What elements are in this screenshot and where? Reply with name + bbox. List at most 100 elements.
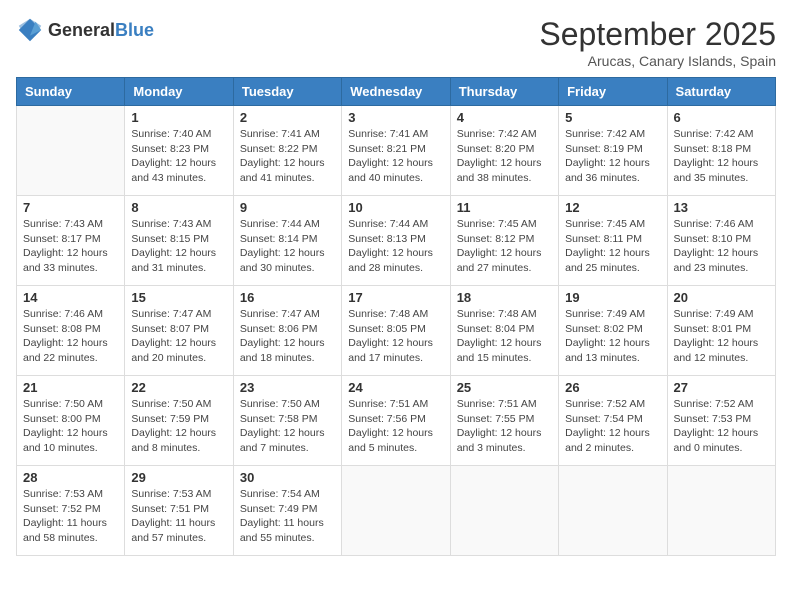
day-number: 3 — [348, 110, 443, 125]
day-number: 9 — [240, 200, 335, 215]
day-info: Sunrise: 7:53 AM Sunset: 7:52 PM Dayligh… — [23, 487, 118, 546]
calendar-cell — [450, 466, 558, 556]
week-row-3: 14 Sunrise: 7:46 AM Sunset: 8:08 PM Dayli… — [17, 286, 776, 376]
calendar-cell: 23 Sunrise: 7:50 AM Sunset: 7:58 PM Dayli… — [233, 376, 341, 466]
day-info: Sunrise: 7:47 AM Sunset: 8:07 PM Dayligh… — [131, 307, 226, 366]
calendar-cell: 25 Sunrise: 7:51 AM Sunset: 7:55 PM Dayli… — [450, 376, 558, 466]
calendar-cell: 5 Sunrise: 7:42 AM Sunset: 8:19 PM Daylig… — [559, 106, 667, 196]
day-number: 18 — [457, 290, 552, 305]
day-number: 16 — [240, 290, 335, 305]
weekday-header-sunday: Sunday — [17, 78, 125, 106]
day-info: Sunrise: 7:41 AM Sunset: 8:22 PM Dayligh… — [240, 127, 335, 186]
day-number: 7 — [23, 200, 118, 215]
day-number: 11 — [457, 200, 552, 215]
month-title: September 2025 — [539, 16, 776, 53]
calendar-cell: 6Sunrise: 7:42 AM Sunset: 8:18 PM Daylig… — [667, 106, 775, 196]
day-number: 14 — [23, 290, 118, 305]
logo-text-blue: Blue — [115, 21, 154, 39]
calendar-cell: 14 Sunrise: 7:46 AM Sunset: 8:08 PM Dayli… — [17, 286, 125, 376]
day-info: Sunrise: 7:42 AM Sunset: 8:20 PM Dayligh… — [457, 127, 552, 186]
day-number: 13 — [674, 200, 769, 215]
calendar-cell: 16 Sunrise: 7:47 AM Sunset: 8:06 PM Dayli… — [233, 286, 341, 376]
day-number: 5 — [565, 110, 660, 125]
day-number: 4 — [457, 110, 552, 125]
day-info: Sunrise: 7:51 AM Sunset: 7:55 PM Dayligh… — [457, 397, 552, 456]
day-info: Sunrise: 7:53 AM Sunset: 7:51 PM Dayligh… — [131, 487, 226, 546]
day-number: 20 — [674, 290, 769, 305]
calendar-cell: 11Sunrise: 7:45 AM Sunset: 8:12 PM Dayli… — [450, 196, 558, 286]
day-number: 29 — [131, 470, 226, 485]
day-info: Sunrise: 7:44 AM Sunset: 8:14 PM Dayligh… — [240, 217, 335, 276]
calendar-table: SundayMondayTuesdayWednesdayThursdayFrid… — [16, 77, 776, 556]
day-info: Sunrise: 7:49 AM Sunset: 8:02 PM Dayligh… — [565, 307, 660, 366]
calendar-cell: 2 Sunrise: 7:41 AM Sunset: 8:22 PM Daylig… — [233, 106, 341, 196]
day-number: 30 — [240, 470, 335, 485]
day-info: Sunrise: 7:47 AM Sunset: 8:06 PM Dayligh… — [240, 307, 335, 366]
day-info: Sunrise: 7:51 AM Sunset: 7:56 PM Dayligh… — [348, 397, 443, 456]
day-number: 19 — [565, 290, 660, 305]
weekday-header-friday: Friday — [559, 78, 667, 106]
day-number: 8 — [131, 200, 226, 215]
calendar-cell — [17, 106, 125, 196]
calendar-cell: 17 Sunrise: 7:48 AM Sunset: 8:05 PM Dayli… — [342, 286, 450, 376]
day-info: Sunrise: 7:54 AM Sunset: 7:49 PM Dayligh… — [240, 487, 335, 546]
day-number: 22 — [131, 380, 226, 395]
weekday-header-thursday: Thursday — [450, 78, 558, 106]
calendar-cell: 15 Sunrise: 7:47 AM Sunset: 8:07 PM Dayli… — [125, 286, 233, 376]
calendar-cell: 30 Sunrise: 7:54 AM Sunset: 7:49 PM Dayli… — [233, 466, 341, 556]
day-info: Sunrise: 7:43 AM Sunset: 8:17 PM Dayligh… — [23, 217, 118, 276]
day-info: Sunrise: 7:48 AM Sunset: 8:05 PM Dayligh… — [348, 307, 443, 366]
day-number: 2 — [240, 110, 335, 125]
weekday-header-monday: Monday — [125, 78, 233, 106]
day-number: 24 — [348, 380, 443, 395]
day-info: Sunrise: 7:40 AM Sunset: 8:23 PM Dayligh… — [131, 127, 226, 186]
logo-text-general: General — [48, 21, 115, 39]
day-info: Sunrise: 7:52 AM Sunset: 7:54 PM Dayligh… — [565, 397, 660, 456]
weekday-header-saturday: Saturday — [667, 78, 775, 106]
week-row-2: 7 Sunrise: 7:43 AM Sunset: 8:17 PM Daylig… — [17, 196, 776, 286]
week-row-5: 28Sunrise: 7:53 AM Sunset: 7:52 PM Dayli… — [17, 466, 776, 556]
calendar-cell: 22 Sunrise: 7:50 AM Sunset: 7:59 PM Dayli… — [125, 376, 233, 466]
day-number: 10 — [348, 200, 443, 215]
day-number: 25 — [457, 380, 552, 395]
calendar-cell — [559, 466, 667, 556]
day-info: Sunrise: 7:45 AM Sunset: 8:11 PM Dayligh… — [565, 217, 660, 276]
calendar-cell: 20 Sunrise: 7:49 AM Sunset: 8:01 PM Dayli… — [667, 286, 775, 376]
day-number: 27 — [674, 380, 769, 395]
day-info: Sunrise: 7:50 AM Sunset: 7:58 PM Dayligh… — [240, 397, 335, 456]
day-info: Sunrise: 7:42 AM Sunset: 8:18 PM Dayligh… — [674, 127, 769, 186]
location: Arucas, Canary Islands, Spain — [539, 53, 776, 69]
title-area: September 2025 Arucas, Canary Islands, S… — [539, 16, 776, 69]
day-info: Sunrise: 7:41 AM Sunset: 8:21 PM Dayligh… — [348, 127, 443, 186]
calendar-cell: 1Sunrise: 7:40 AM Sunset: 8:23 PM Daylig… — [125, 106, 233, 196]
calendar-cell: 10Sunrise: 7:44 AM Sunset: 8:13 PM Dayli… — [342, 196, 450, 286]
calendar-cell: 21Sunrise: 7:50 AM Sunset: 8:00 PM Dayli… — [17, 376, 125, 466]
calendar-cell: 24 Sunrise: 7:51 AM Sunset: 7:56 PM Dayli… — [342, 376, 450, 466]
day-info: Sunrise: 7:50 AM Sunset: 7:59 PM Dayligh… — [131, 397, 226, 456]
calendar-cell: 12 Sunrise: 7:45 AM Sunset: 8:11 PM Dayli… — [559, 196, 667, 286]
day-info: Sunrise: 7:42 AM Sunset: 8:19 PM Dayligh… — [565, 127, 660, 186]
calendar-cell: 13Sunrise: 7:46 AM Sunset: 8:10 PM Dayli… — [667, 196, 775, 286]
calendar-cell: 8Sunrise: 7:43 AM Sunset: 8:15 PM Daylig… — [125, 196, 233, 286]
day-number: 26 — [565, 380, 660, 395]
weekday-header-row: SundayMondayTuesdayWednesdayThursdayFrid… — [17, 78, 776, 106]
day-number: 23 — [240, 380, 335, 395]
weekday-header-tuesday: Tuesday — [233, 78, 341, 106]
calendar-cell — [342, 466, 450, 556]
day-number: 12 — [565, 200, 660, 215]
day-info: Sunrise: 7:49 AM Sunset: 8:01 PM Dayligh… — [674, 307, 769, 366]
calendar-cell: 27 Sunrise: 7:52 AM Sunset: 7:53 PM Dayli… — [667, 376, 775, 466]
calendar-cell: 28Sunrise: 7:53 AM Sunset: 7:52 PM Dayli… — [17, 466, 125, 556]
day-info: Sunrise: 7:52 AM Sunset: 7:53 PM Dayligh… — [674, 397, 769, 456]
logo: General Blue — [16, 16, 154, 44]
logo-icon — [16, 16, 44, 44]
calendar-cell: 9 Sunrise: 7:44 AM Sunset: 8:14 PM Daylig… — [233, 196, 341, 286]
week-row-4: 21Sunrise: 7:50 AM Sunset: 8:00 PM Dayli… — [17, 376, 776, 466]
week-row-1: 1Sunrise: 7:40 AM Sunset: 8:23 PM Daylig… — [17, 106, 776, 196]
calendar-cell: 18Sunrise: 7:48 AM Sunset: 8:04 PM Dayli… — [450, 286, 558, 376]
day-number: 15 — [131, 290, 226, 305]
weekday-header-wednesday: Wednesday — [342, 78, 450, 106]
day-info: Sunrise: 7:46 AM Sunset: 8:08 PM Dayligh… — [23, 307, 118, 366]
day-number: 17 — [348, 290, 443, 305]
calendar-cell: 3 Sunrise: 7:41 AM Sunset: 8:21 PM Daylig… — [342, 106, 450, 196]
